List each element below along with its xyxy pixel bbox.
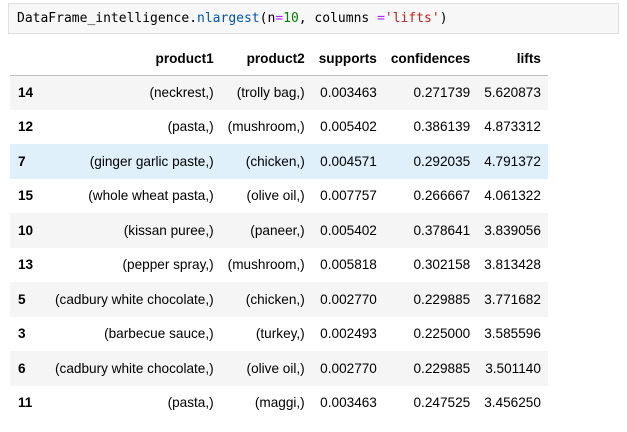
cell-product1: (kissan puree,)	[123, 222, 214, 238]
cell-product1: (pepper spray,)	[122, 257, 214, 273]
cell-lifts: 4.791372	[484, 153, 541, 169]
cell-product2: (turkey,)	[255, 326, 305, 342]
code-operator: =	[377, 11, 385, 26]
cell-product1: (ginger garlic paste,)	[89, 153, 214, 169]
cell-confidences: 0.271739	[413, 85, 471, 100]
cell-product1: (whole wheat pasta,)	[88, 188, 214, 204]
table-row: 6 (cadbury white chocolate,) (olive oil,) 0…	[10, 351, 548, 386]
cell-product2: (trolly bag,)	[236, 85, 305, 100]
row-index-cell: 10	[18, 222, 34, 238]
cell-lifts: 4.873312	[484, 119, 541, 135]
table-row: 3 (barbecue sauce,) (turkey,) 0.002493 0.225…	[10, 316, 548, 351]
cell-confidences: 0.225000	[413, 326, 471, 342]
cell-lifts: 3.839056	[484, 222, 541, 238]
row-index-cell: 5	[18, 291, 26, 307]
cell-lifts: 5.620873	[484, 85, 541, 100]
cell-lifts: 4.061322	[484, 188, 541, 204]
cell-product1: (pasta,)	[167, 119, 214, 135]
cell-supports: 0.007757	[320, 188, 377, 204]
row-index-cell: 12	[18, 119, 34, 135]
row-index-cell: 7	[18, 153, 26, 169]
cell-lifts: 3.813428	[484, 257, 541, 273]
row-index-cell: 11	[18, 395, 33, 411]
dataframe-output-table: product1 product2 supports confidences l…	[10, 42, 548, 420]
cell-confidences: 0.266667	[413, 188, 471, 204]
row-index-cell: 14	[18, 85, 34, 100]
code-string: 'lifts'	[384, 11, 440, 26]
cell-supports: 0.002770	[320, 291, 377, 307]
cell-lifts: 3.501140	[485, 360, 541, 376]
cell-product2: (maggi,)	[254, 395, 305, 411]
cell-confidences: 0.302158	[413, 257, 471, 273]
code-cell-input[interactable]: DataFrame_intelligence.nlargest(n=10, co…	[8, 3, 619, 34]
column-header-lifts: lifts	[477, 42, 548, 76]
code-method: nlargest	[197, 11, 260, 26]
cell-product2: (chicken,)	[245, 153, 305, 169]
code-close: )	[439, 11, 448, 26]
cell-product2: (mushroom,)	[227, 119, 305, 135]
code-columns-kw: , columns	[298, 11, 378, 26]
table-row: 12 (pasta,) (mushroom,) 0.005402 0.386139 4.8…	[10, 109, 548, 144]
table-row: 13 (pepper spray,) (mushroom,) 0.005818 0.30…	[10, 247, 548, 282]
cell-product1: (cadbury white chocolate,)	[55, 291, 214, 307]
cell-confidences: 0.247525	[413, 395, 471, 411]
column-header-confidences: confidences	[383, 42, 478, 76]
table-row: 5 (cadbury white chocolate,) (chicken,) 0.0…	[10, 282, 548, 317]
cell-product2: (paneer,)	[250, 222, 305, 238]
cell-product2: (olive oil,)	[246, 360, 305, 376]
table-body: 14 (neckrest,) (trolly bag,) 0.003463 0.2717…	[10, 75, 548, 420]
column-header-product1: product1	[48, 42, 221, 76]
cell-confidences: 0.292035	[413, 153, 471, 169]
cell-supports: 0.005402	[320, 222, 377, 238]
index-header	[10, 42, 48, 76]
code-object: DataFrame_intelligence	[17, 11, 190, 26]
row-index-cell: 15	[18, 188, 34, 204]
table-header-row: product1 product2 supports confidences l…	[10, 42, 548, 76]
table-row: 14 (neckrest,) (trolly bag,) 0.003463 0.2717…	[10, 75, 548, 110]
cell-supports: 0.002493	[320, 326, 377, 342]
cell-supports: 0.002770	[320, 360, 377, 376]
cell-product1: (barbecue sauce,)	[104, 326, 214, 342]
cell-supports: 0.003463	[320, 395, 377, 411]
code-number: 10	[283, 11, 299, 26]
cell-lifts: 3.771682	[484, 291, 541, 307]
cell-supports: 0.005402	[320, 119, 377, 135]
cell-product1: (pasta,)	[167, 395, 214, 411]
row-index-cell: 3	[18, 326, 26, 342]
cell-lifts: 3.456250	[484, 395, 541, 411]
cell-confidences: 0.229885	[413, 360, 471, 376]
cell-confidences: 0.378641	[413, 222, 471, 238]
cell-supports: 0.003463	[320, 85, 377, 100]
column-header-supports: supports	[311, 42, 384, 76]
code-open: (n	[259, 11, 276, 26]
row-index-cell: 6	[18, 360, 26, 376]
cell-product2: (olive oil,)	[246, 188, 305, 204]
cell-confidences: 0.229885	[413, 291, 471, 307]
cell-confidences: 0.386139	[413, 119, 471, 135]
cell-lifts: 3.585596	[484, 326, 541, 342]
column-header-product2: product2	[220, 42, 312, 76]
cell-product1: (cadbury white chocolate,)	[55, 360, 214, 376]
table-row: 10 (kissan puree,) (paneer,) 0.005402 0.3786…	[10, 213, 548, 248]
code-operator: =	[275, 11, 284, 26]
cell-product2: (chicken,)	[245, 291, 305, 307]
row-index-cell: 13	[18, 257, 34, 273]
cell-supports: 0.005818	[320, 257, 377, 273]
cell-supports: 0.004571	[320, 153, 377, 169]
table-row: 15 (whole wheat pasta,) (olive oil,) 0.0077…	[10, 178, 548, 213]
cell-product2: (mushroom,)	[227, 257, 305, 273]
code-dot: .	[189, 11, 198, 26]
table-row: 11 (pasta,) (maggi,) 0.003463 0.247525 3.4562…	[10, 385, 548, 420]
cell-product1: (neckrest,)	[149, 85, 214, 100]
table-row: 7 (ginger garlic paste,) (chicken,) 0.00457…	[10, 144, 548, 179]
